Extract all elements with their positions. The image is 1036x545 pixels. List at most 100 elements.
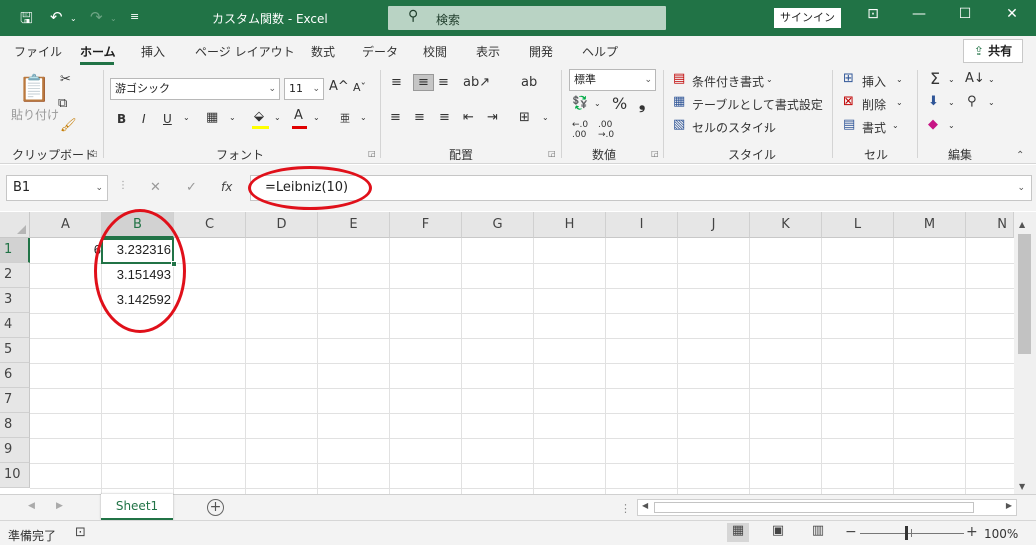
signin-button[interactable]: サインイン [774,8,841,28]
redo-icon[interactable]: ↷ [90,8,103,26]
horizontal-scrollbar[interactable]: ◀ ▶ [637,499,1017,516]
decrease-decimal-icon[interactable]: .00 →.0 [598,120,614,140]
insert-cells-button[interactable]: 挿入 [862,73,886,90]
align-right-icon[interactable]: ≡ [439,110,450,125]
autosum-icon[interactable]: Σ [930,69,940,88]
column-header-k[interactable]: K [750,212,822,238]
column-header-n[interactable]: N [966,212,1014,238]
zoom-in-icon[interactable]: + [966,524,978,540]
font-color-icon[interactable]: A [294,108,303,123]
format-cells-icon[interactable]: ▤ [843,117,855,132]
tab-formulas[interactable]: 数式 [311,43,335,60]
number-launcher-icon[interactable]: ◲ [651,149,659,158]
row-header-10[interactable]: 10 [0,463,30,488]
maximize-icon[interactable]: ☐ [950,6,980,22]
redo-dropdown-icon[interactable]: ⌄ [110,14,117,23]
customize-toolbar-icon[interactable]: ≡ [130,10,139,23]
increase-indent-icon[interactable]: ⇥ [487,110,498,125]
undo-dropdown-icon[interactable]: ⌄ [70,14,77,23]
chevron-down-icon[interactable]: ⌄ [183,113,190,122]
row-header-2[interactable]: 2 [0,263,30,288]
tab-split-handle-icon[interactable]: ⋮ [620,502,631,515]
tab-review[interactable]: 校閲 [423,43,447,60]
align-center-icon[interactable]: ≡ [414,110,425,125]
row-header-6[interactable]: 6 [0,363,30,388]
page-break-view-icon[interactable]: ▥ [807,523,829,542]
merge-center-icon[interactable]: ⊞ [519,110,530,125]
clear-icon[interactable]: ◆ [928,117,938,132]
underline-button[interactable]: U [163,112,172,126]
align-top-icon[interactable]: ≡ [391,75,402,90]
chevron-down-icon[interactable]: ⌄ [988,98,995,107]
scroll-right-icon[interactable]: ▶ [1006,501,1012,510]
conditional-format-icon[interactable]: ▤ [673,71,685,86]
zoom-level[interactable]: 100% [984,527,1018,541]
tab-help[interactable]: ヘルプ [582,43,618,60]
fill-icon[interactable]: ⬇ [928,94,939,109]
row-header-8[interactable]: 8 [0,413,30,438]
format-cells-button[interactable]: 書式 [862,119,886,136]
delete-cells-button[interactable]: 削除 [862,96,886,113]
clipboard-launcher-icon[interactable]: ◲ [90,149,98,158]
row-header-1[interactable]: 1 [0,238,30,263]
chevron-down-icon[interactable]: ⌄ [810,98,817,107]
chevron-down-icon[interactable]: ⌄ [763,121,770,130]
cell-styles-icon[interactable]: ▧ [673,117,685,132]
increase-decimal-icon[interactable]: ←.0.00 [572,120,588,140]
paste-icon[interactable]: 📋 [18,74,50,104]
column-header-m[interactable]: M [894,212,966,238]
format-as-table-icon[interactable]: ▦ [673,94,685,109]
font-name-select[interactable]: 游ゴシック ⌄ [110,78,280,100]
chevron-down-icon[interactable]: ⌄ [896,75,903,84]
tab-page-layout[interactable]: ページ レイアウト [195,43,295,60]
column-header-l[interactable]: L [822,212,894,238]
align-left-icon[interactable]: ≡ [390,110,401,125]
column-header-i[interactable]: I [606,212,678,238]
row-header-7[interactable]: 7 [0,388,30,413]
vertical-scroll-thumb[interactable] [1018,234,1031,354]
normal-view-icon[interactable]: ▦ [727,523,749,542]
row-header-4[interactable]: 4 [0,313,30,338]
column-header-c[interactable]: C [174,212,246,238]
copy-icon[interactable]: ⧉ [58,96,67,111]
share-button[interactable]: ⇪ 共有 [963,39,1023,63]
tab-developer[interactable]: 開発 [529,43,553,60]
zoom-out-icon[interactable]: − [845,524,857,540]
column-header-h[interactable]: H [534,212,606,238]
page-layout-view-icon[interactable]: ▣ [767,523,789,542]
bold-button[interactable]: B [117,112,126,126]
chevron-down-icon[interactable]: ⌄ [948,98,955,107]
conditional-format-button[interactable]: 条件付き書式 [692,73,764,90]
chevron-down-icon[interactable]: ⌄ [766,75,773,84]
chevron-down-icon[interactable]: ⌄ [594,99,601,108]
delete-cells-icon[interactable]: ⊠ [843,94,854,109]
expand-formula-icon[interactable]: ⌄ [1017,176,1025,200]
cut-icon[interactable]: ✂ [60,72,71,87]
macro-record-icon[interactable]: ⊡ [75,525,86,540]
column-header-e[interactable]: E [318,212,390,238]
font-launcher-icon[interactable]: ◲ [368,149,376,158]
decrease-font-icon[interactable]: Aˇ [353,81,366,94]
fill-color-icon[interactable]: ⬙ [254,109,264,124]
phonetic-icon[interactable]: 亜 [340,110,350,125]
align-middle-icon[interactable]: ≡ [413,74,434,91]
format-as-table-button[interactable]: テーブルとして書式設定 [692,96,823,113]
ribbon-display-icon[interactable]: ⊡ [858,6,888,22]
chevron-down-icon[interactable]: ⌄ [274,113,281,122]
chevron-down-icon[interactable]: ⌄ [542,113,549,122]
chevron-down-icon[interactable]: ⌄ [948,75,955,84]
font-size-select[interactable]: 11 ⌄ [284,78,324,100]
italic-button[interactable]: I [142,112,146,126]
chevron-down-icon[interactable]: ⌄ [313,113,320,122]
column-header-j[interactable]: J [678,212,750,238]
chevron-down-icon[interactable]: ⌄ [229,113,236,122]
enter-icon[interactable]: ✓ [186,180,197,195]
tab-data[interactable]: データ [362,43,398,60]
format-painter-icon[interactable]: 🖌 [60,118,77,133]
tab-view[interactable]: 表示 [476,43,500,60]
insert-cells-icon[interactable]: ⊞ [843,71,854,86]
chevron-down-icon[interactable]: ⌄ [988,75,995,84]
alignment-launcher-icon[interactable]: ◲ [548,149,556,158]
sort-filter-icon[interactable]: A↓ [965,71,985,86]
collapse-ribbon-icon[interactable]: ⌃ [1016,150,1024,161]
